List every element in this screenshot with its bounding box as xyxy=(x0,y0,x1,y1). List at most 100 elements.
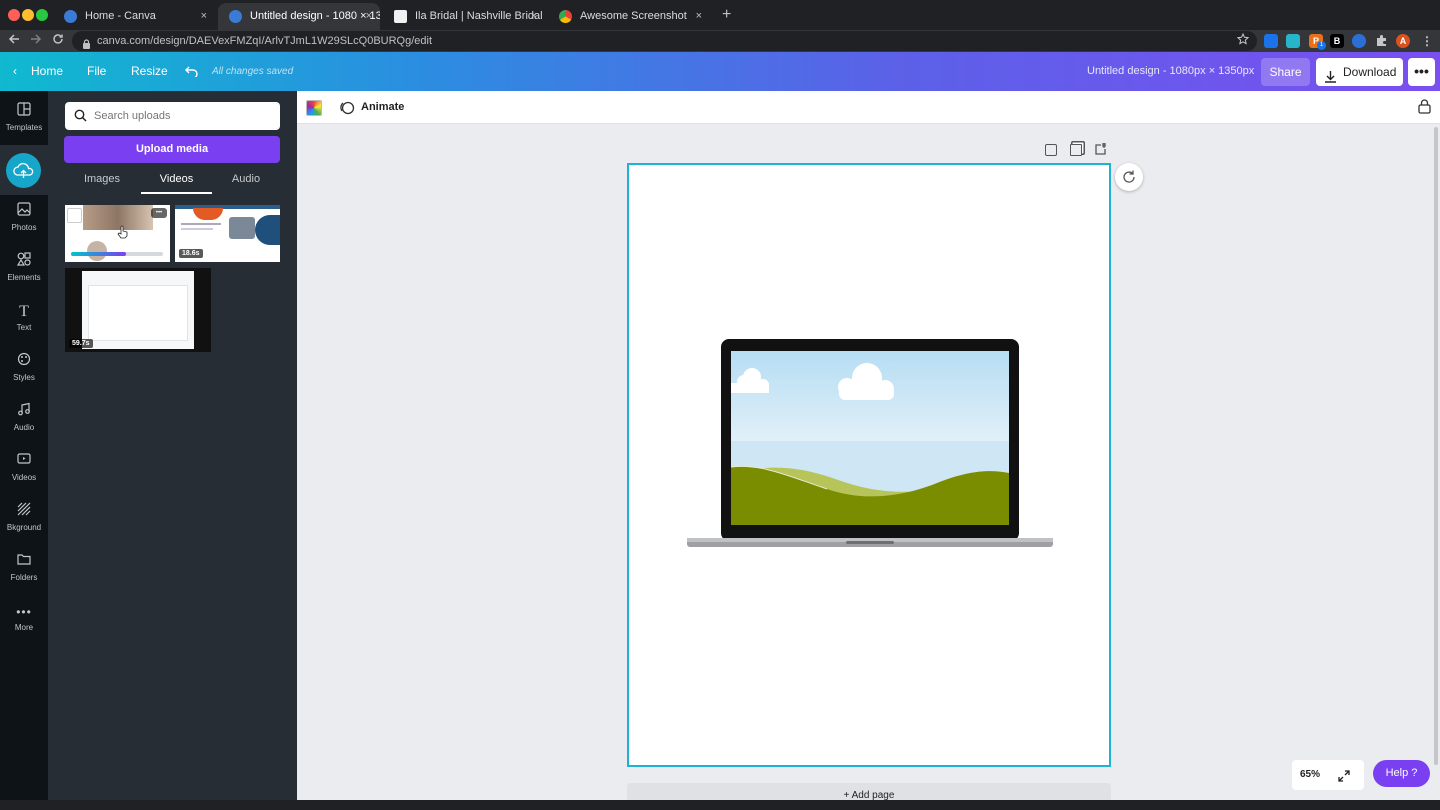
rail-item-text[interactable]: T Text xyxy=(0,295,48,345)
close-window-icon[interactable] xyxy=(8,9,20,21)
side-rail: Templates Photos Elements T Text Styles … xyxy=(0,91,48,800)
hand-cursor-icon xyxy=(117,225,129,244)
video-preview-photo xyxy=(229,217,255,239)
screenshot-favicon-icon xyxy=(559,10,572,23)
rail-item-photos[interactable]: Photos xyxy=(0,195,48,245)
video-thumbnail[interactable]: 59.7s xyxy=(65,268,211,352)
maximize-window-icon[interactable] xyxy=(36,9,48,21)
download-button[interactable]: Download xyxy=(1316,58,1403,86)
back-icon[interactable] xyxy=(8,32,20,50)
video-duration: 59.7s xyxy=(69,339,93,348)
browser-tab-ila-bridal[interactable]: Ila Bridal | Nashville Bridal Shop × xyxy=(383,3,545,30)
new-tab-icon[interactable]: + xyxy=(722,6,731,24)
color-picker-icon[interactable] xyxy=(306,100,322,116)
styles-icon xyxy=(0,351,48,373)
browser-tab-home-canva[interactable]: Home - Canva × xyxy=(53,3,215,30)
reload-icon[interactable] xyxy=(52,32,64,50)
close-tab-icon[interactable]: × xyxy=(531,3,537,30)
templates-icon xyxy=(0,101,48,123)
search-box[interactable] xyxy=(65,102,280,130)
rotate-handle-icon[interactable] xyxy=(1115,163,1143,191)
rail-item-uploads[interactable] xyxy=(0,145,48,195)
laptop-illustration[interactable] xyxy=(687,339,1057,556)
share-button[interactable]: Share xyxy=(1261,58,1310,86)
video-duration: 18.6s xyxy=(179,249,203,258)
video-thumbnail[interactable]: ••• xyxy=(65,205,170,262)
editor-header: ‹ Home File Resize All changes saved Unt… xyxy=(0,52,1440,91)
rail-item-styles[interactable]: Styles xyxy=(0,345,48,395)
browser-tab-untitled-design[interactable]: Untitled design - 1080 × 1350px × xyxy=(218,3,380,30)
resize-button[interactable]: Resize xyxy=(131,52,168,91)
extension-badge: 1 xyxy=(1317,41,1326,50)
save-status: All changes saved xyxy=(212,66,294,77)
zoom-level[interactable]: 65% xyxy=(1300,760,1320,790)
extension-screenshot-icon[interactable] xyxy=(1352,34,1366,48)
design-page[interactable] xyxy=(627,163,1111,767)
close-tab-icon[interactable]: × xyxy=(366,3,372,30)
text-icon: T xyxy=(19,303,29,320)
tab-audio[interactable]: Audio xyxy=(214,170,278,194)
video-preview-shape xyxy=(255,215,280,245)
zoom-control[interactable]: 65% xyxy=(1292,760,1364,790)
add-note-icon[interactable] xyxy=(1045,144,1057,156)
duplicate-page-icon[interactable] xyxy=(1070,144,1082,156)
undo-icon[interactable] xyxy=(185,52,198,91)
editor-toolbar: Animate xyxy=(297,91,1440,124)
rail-item-elements[interactable]: Elements xyxy=(0,245,48,295)
animate-button[interactable]: Animate xyxy=(361,91,404,124)
browser-tab-awesome-screenshot[interactable]: Awesome Screenshot × xyxy=(548,3,710,30)
rail-item-more[interactable]: ••• More xyxy=(0,595,48,645)
select-checkbox[interactable] xyxy=(67,208,82,223)
search-icon xyxy=(74,109,87,127)
extension-drive-icon[interactable] xyxy=(1264,34,1278,48)
rail-item-background[interactable]: Bkground xyxy=(0,495,48,545)
tab-videos[interactable]: Videos xyxy=(141,170,212,194)
upload-progress-bar xyxy=(71,252,163,256)
extension-b-icon[interactable]: B xyxy=(1330,34,1344,48)
upload-media-button[interactable]: Upload media xyxy=(64,136,280,163)
close-tab-icon[interactable]: × xyxy=(201,3,207,30)
browser-toolbar: canva.com/design/DAEVexFMZqI/ArlvTJmL1W2… xyxy=(0,30,1440,52)
uploads-panel: Upload media Images Videos Audio ••• 18.… xyxy=(48,91,305,800)
video-preview-line xyxy=(181,223,221,225)
more-options-button[interactable]: ••• xyxy=(1408,58,1435,86)
extensions-puzzle-icon[interactable] xyxy=(1375,34,1388,52)
extension-bolt-icon[interactable] xyxy=(1286,34,1300,48)
home-button[interactable]: Home xyxy=(31,52,63,91)
tab-images[interactable]: Images xyxy=(68,170,136,194)
minimize-window-icon[interactable] xyxy=(22,9,34,21)
video-preview-bar xyxy=(175,205,280,209)
profile-avatar[interactable]: A xyxy=(1396,34,1410,48)
add-page-icon[interactable] xyxy=(1094,142,1107,161)
rail-item-folders[interactable]: Folders xyxy=(0,545,48,595)
rail-item-templates[interactable]: Templates xyxy=(0,95,48,145)
rail-item-audio[interactable]: Audio xyxy=(0,395,48,445)
rail-item-videos[interactable]: Videos xyxy=(0,445,48,495)
video-thumbnail[interactable]: 18.6s xyxy=(175,205,280,262)
screen-bottom-bar xyxy=(0,800,1440,810)
bookmark-star-icon[interactable] xyxy=(1236,32,1250,50)
video-preview xyxy=(82,271,194,349)
more-icon: ••• xyxy=(16,605,32,619)
vertical-scrollbar[interactable] xyxy=(1434,127,1438,765)
search-input[interactable] xyxy=(94,106,274,126)
canva-favicon-icon xyxy=(229,10,242,23)
url-text[interactable]: canva.com/design/DAEVexFMZqI/ArlvTJmL1W2… xyxy=(97,30,432,52)
lock-icon[interactable] xyxy=(1418,99,1431,119)
browser-menu-icon[interactable]: ⋮ xyxy=(1421,32,1433,50)
background-icon xyxy=(0,501,48,523)
design-title[interactable]: Untitled design - 1080px × 1350px xyxy=(1087,52,1254,91)
video-preview-shape xyxy=(193,208,223,220)
file-menu[interactable]: File xyxy=(87,52,106,91)
help-button[interactable]: Help ? xyxy=(1373,760,1430,787)
thumbnail-more-icon[interactable]: ••• xyxy=(151,208,167,218)
folders-icon xyxy=(0,551,48,573)
forward-icon[interactable] xyxy=(30,32,42,50)
fullscreen-icon[interactable] xyxy=(1338,769,1350,787)
browser-tab-strip: Home - Canva × Untitled design - 1080 × … xyxy=(0,0,1440,30)
close-tab-icon[interactable]: × xyxy=(696,3,702,30)
home-back-chevron-icon[interactable]: ‹ xyxy=(13,52,17,91)
video-preview-figure xyxy=(87,241,107,261)
uploads-cloud-icon xyxy=(6,153,41,188)
editor-workspace: Animate + Add page 65% Help ? xyxy=(297,91,1440,803)
